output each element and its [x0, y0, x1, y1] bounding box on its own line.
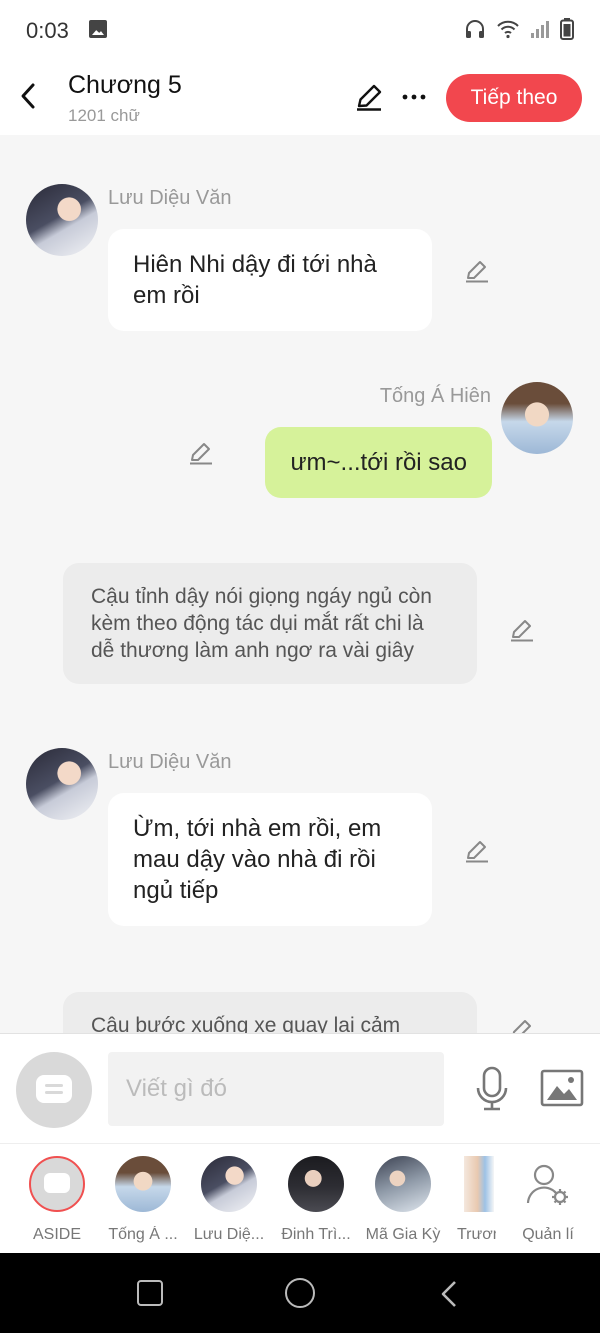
chat-area[interactable]: Lưu Diệu Văn Hiên Nhi dậy đi tới nhà em … [0, 135, 600, 1033]
character-avatar [464, 1156, 494, 1212]
chapter-title: Chương 5 [68, 71, 182, 99]
edit-message-icon[interactable] [509, 617, 535, 643]
edit-message-icon[interactable] [509, 1017, 535, 1033]
narration-bubble[interactable]: Cậu tỉnh dậy nói giọng ngáy ngủ còn kèm … [63, 563, 477, 684]
home-button[interactable] [285, 1278, 315, 1308]
character-avatar [201, 1156, 257, 1212]
manage-characters[interactable]: Quản lí [508, 1156, 588, 1244]
battery-icon [560, 18, 574, 40]
character-ma-gia-ky[interactable]: Mã Gia Kỳ [363, 1156, 443, 1244]
avatar-luu-dieu-van[interactable] [26, 748, 98, 820]
character-tong-a-hien[interactable]: Tống Á ... [103, 1156, 183, 1244]
character-avatar [288, 1156, 344, 1212]
character-label: ASIDE [32, 1226, 81, 1243]
system-nav-bar [0, 1253, 600, 1333]
character-label: Trươn [457, 1226, 496, 1243]
message-input-bar [0, 1033, 600, 1143]
character-dinh-trinh-ham[interactable]: Đinh Trì... [276, 1156, 356, 1244]
status-time: 0:03 [26, 18, 69, 43]
character-label: Quản lí [522, 1226, 574, 1243]
character-avatar [375, 1156, 431, 1212]
system-back-icon[interactable] [438, 1279, 460, 1309]
character-truong[interactable]: Trươn [436, 1156, 496, 1244]
avatar-tong-a-hien[interactable] [501, 382, 573, 454]
chat-bubble-icon [36, 1075, 72, 1103]
narration-bubble[interactable]: Cậu bước xuống xe quay lại cảm [63, 992, 477, 1033]
back-arrow-icon[interactable] [14, 78, 44, 114]
image-upload-icon[interactable] [540, 1068, 584, 1108]
status-bar: 0:03 [0, 0, 600, 60]
edit-pencil-icon[interactable] [354, 82, 384, 112]
wifi-icon [497, 20, 519, 39]
status-icons [464, 18, 574, 40]
aside-toggle-button[interactable] [16, 1052, 92, 1128]
manage-user-gear-icon [520, 1156, 576, 1212]
message-bubble[interactable]: ưm~...tới rồi sao [265, 427, 492, 498]
microphone-icon[interactable] [472, 1066, 512, 1112]
word-count: 1201 chữ [68, 106, 140, 125]
character-aside[interactable]: ASIDE [17, 1156, 97, 1244]
character-luu-dieu-van[interactable]: Lưu Diệ... [189, 1156, 269, 1244]
message-input[interactable] [108, 1052, 444, 1126]
message-bubble[interactable]: Hiên Nhi dậy đi tới nhà em rồi [108, 229, 432, 331]
image-notification-icon [89, 20, 107, 38]
more-options-icon[interactable] [400, 82, 428, 112]
sender-name: Lưu Diệu Văn [108, 187, 232, 209]
message-bubble[interactable]: Ừm, tới nhà em rồi, em mau dậy vào nhà đ… [108, 793, 432, 926]
aside-avatar [29, 1156, 85, 1212]
character-label: Đinh Trì... [281, 1226, 351, 1243]
character-label: Tống Á ... [108, 1226, 178, 1243]
edit-message-icon[interactable] [464, 838, 490, 864]
recent-apps-button[interactable] [137, 1280, 163, 1306]
character-strip: ASIDE Tống Á ... Lưu Diệ... Đinh Trì... … [0, 1143, 600, 1253]
chapter-header: Chương 5 1201 chữ Tiếp theo [0, 60, 600, 135]
edit-message-icon[interactable] [188, 440, 214, 466]
character-avatar [115, 1156, 171, 1212]
headphones-icon [466, 20, 484, 38]
edit-message-icon[interactable] [464, 258, 490, 284]
character-label: Lưu Diệ... [193, 1226, 265, 1243]
avatar-luu-dieu-van[interactable] [26, 184, 98, 256]
next-chapter-button[interactable]: Tiếp theo [446, 74, 582, 122]
signal-icon [531, 21, 549, 38]
sender-name: Lưu Diệu Văn [108, 751, 232, 773]
character-label: Mã Gia Kỳ [365, 1226, 441, 1243]
sender-name: Tống Á Hiên [379, 385, 491, 407]
